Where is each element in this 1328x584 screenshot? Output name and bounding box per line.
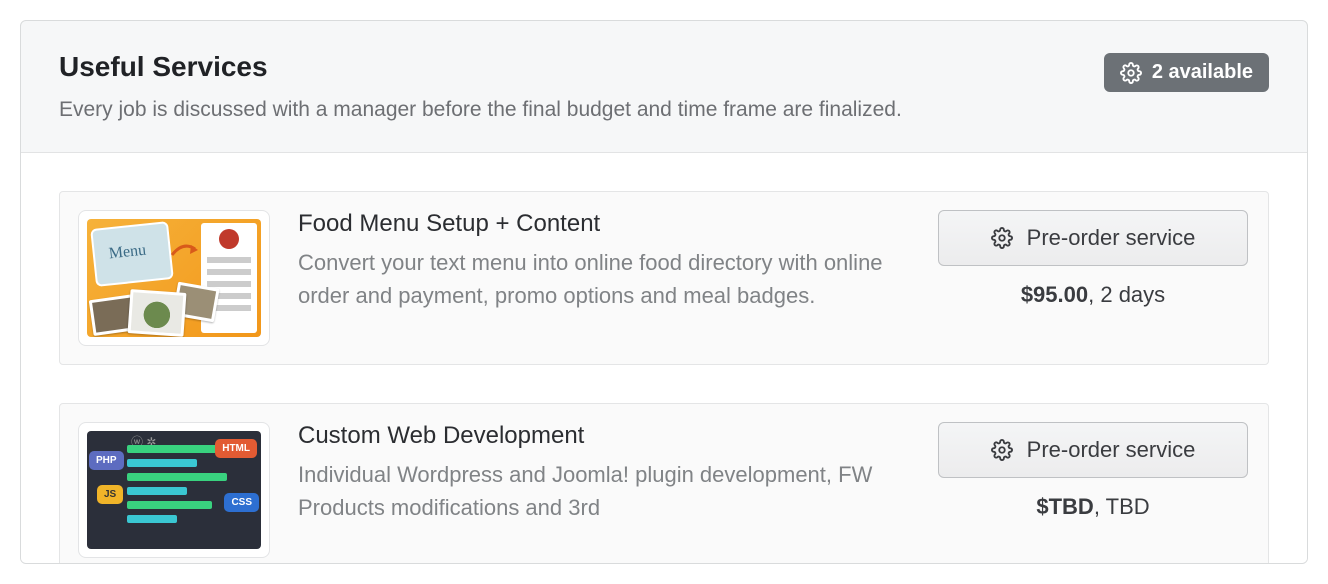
service-title: Custom Web Development — [298, 422, 910, 450]
service-info: Food Menu Setup + Content Convert your t… — [298, 210, 910, 312]
services-panel: Useful Services Every job is discussed w… — [20, 20, 1308, 564]
price-separator: , — [1088, 282, 1100, 307]
service-item: Menu Food Menu Setup + Content Convert y… — [59, 191, 1269, 365]
service-price-line: $95.00, 2 days — [1021, 282, 1165, 308]
services-list: Menu Food Menu Setup + Content Convert y… — [21, 153, 1307, 564]
service-item: ⓦ ✲ PHP JS HTML CSS Custom Web Developme… — [59, 403, 1269, 564]
panel-title: Useful Services — [59, 51, 1104, 83]
service-price: $TBD — [1036, 494, 1093, 519]
service-actions: Pre-order service $TBD, TBD — [938, 422, 1248, 520]
service-description: Convert your text menu into online food … — [298, 246, 910, 312]
preorder-button[interactable]: Pre-order service — [938, 422, 1248, 478]
service-thumbnail: ⓦ ✲ PHP JS HTML CSS — [78, 422, 270, 558]
gear-icon — [1120, 62, 1142, 84]
availability-badge: 2 available — [1104, 53, 1269, 92]
gear-icon — [991, 439, 1013, 461]
header-text: Useful Services Every job is discussed w… — [59, 51, 1104, 124]
service-info: Custom Web Development Individual Wordpr… — [298, 422, 910, 524]
food-thumbnail-graphic: Menu — [87, 219, 261, 337]
service-duration: 2 days — [1100, 282, 1165, 307]
service-price-line: $TBD, TBD — [1036, 494, 1149, 520]
dev-thumbnail-graphic: ⓦ ✲ PHP JS HTML CSS — [87, 431, 261, 549]
gear-icon — [991, 227, 1013, 249]
service-actions: Pre-order service $95.00, 2 days — [938, 210, 1248, 308]
service-thumbnail: Menu — [78, 210, 270, 346]
panel-subtitle: Every job is discussed with a manager be… — [59, 95, 1104, 124]
preorder-button[interactable]: Pre-order service — [938, 210, 1248, 266]
service-price: $95.00 — [1021, 282, 1088, 307]
availability-label: 2 available — [1152, 61, 1253, 84]
service-duration: TBD — [1106, 494, 1150, 519]
panel-header: Useful Services Every job is discussed w… — [21, 21, 1307, 153]
preorder-label: Pre-order service — [1027, 225, 1196, 251]
service-description: Individual Wordpress and Joomla! plugin … — [298, 458, 910, 524]
price-separator: , — [1094, 494, 1106, 519]
service-title: Food Menu Setup + Content — [298, 210, 910, 238]
preorder-label: Pre-order service — [1027, 437, 1196, 463]
